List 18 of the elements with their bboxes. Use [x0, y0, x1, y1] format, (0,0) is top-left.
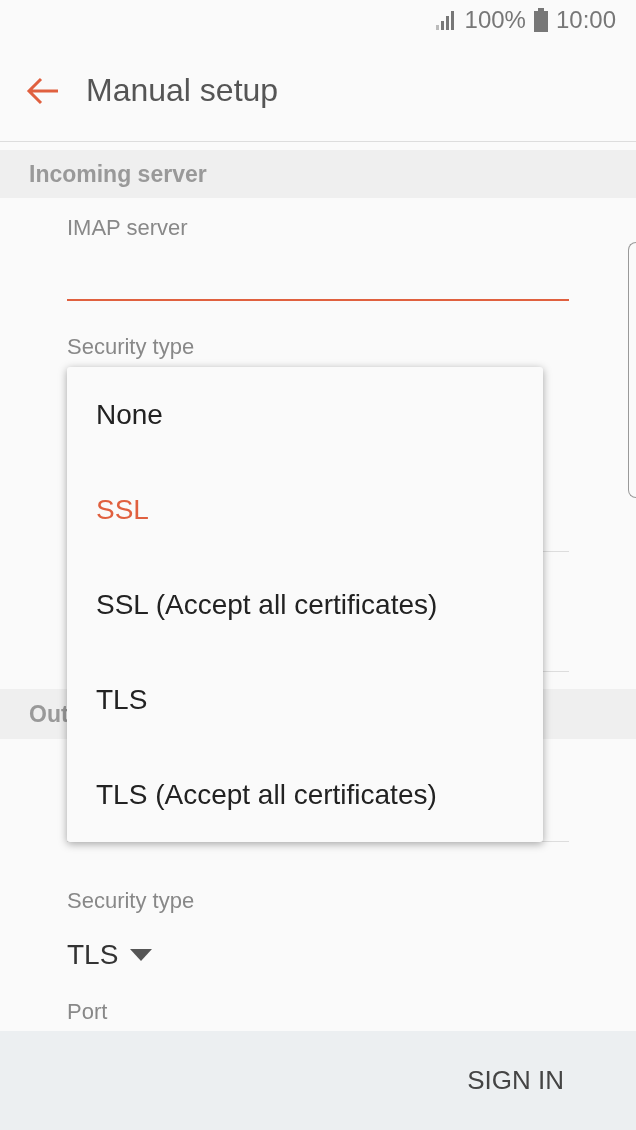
back-button[interactable] [26, 75, 60, 106]
sign-in-button[interactable]: SIGN IN [447, 1057, 584, 1104]
menu-item[interactable]: TLS (Accept all certificates) [67, 747, 543, 842]
field-label: Security type [67, 333, 195, 361]
battery-percent: 100% [464, 6, 526, 34]
field-label: Port [67, 999, 108, 1025]
security-type-dropdown[interactable]: TLS [67, 939, 153, 971]
section-header: Incoming server [0, 150, 636, 198]
battery-icon [533, 8, 548, 32]
signal-icon [434, 10, 457, 30]
menu-item[interactable]: SSL (Accept all certificates) [67, 557, 543, 652]
field-label: Security type [67, 887, 195, 915]
caret-icon [130, 949, 153, 961]
clock-time: 10:00 [555, 6, 616, 34]
menu-item[interactable]: None [67, 367, 543, 462]
back-arrow-icon [26, 75, 60, 106]
screen-title: Manual setup [86, 72, 279, 109]
field-label: IMAP server [67, 214, 188, 242]
